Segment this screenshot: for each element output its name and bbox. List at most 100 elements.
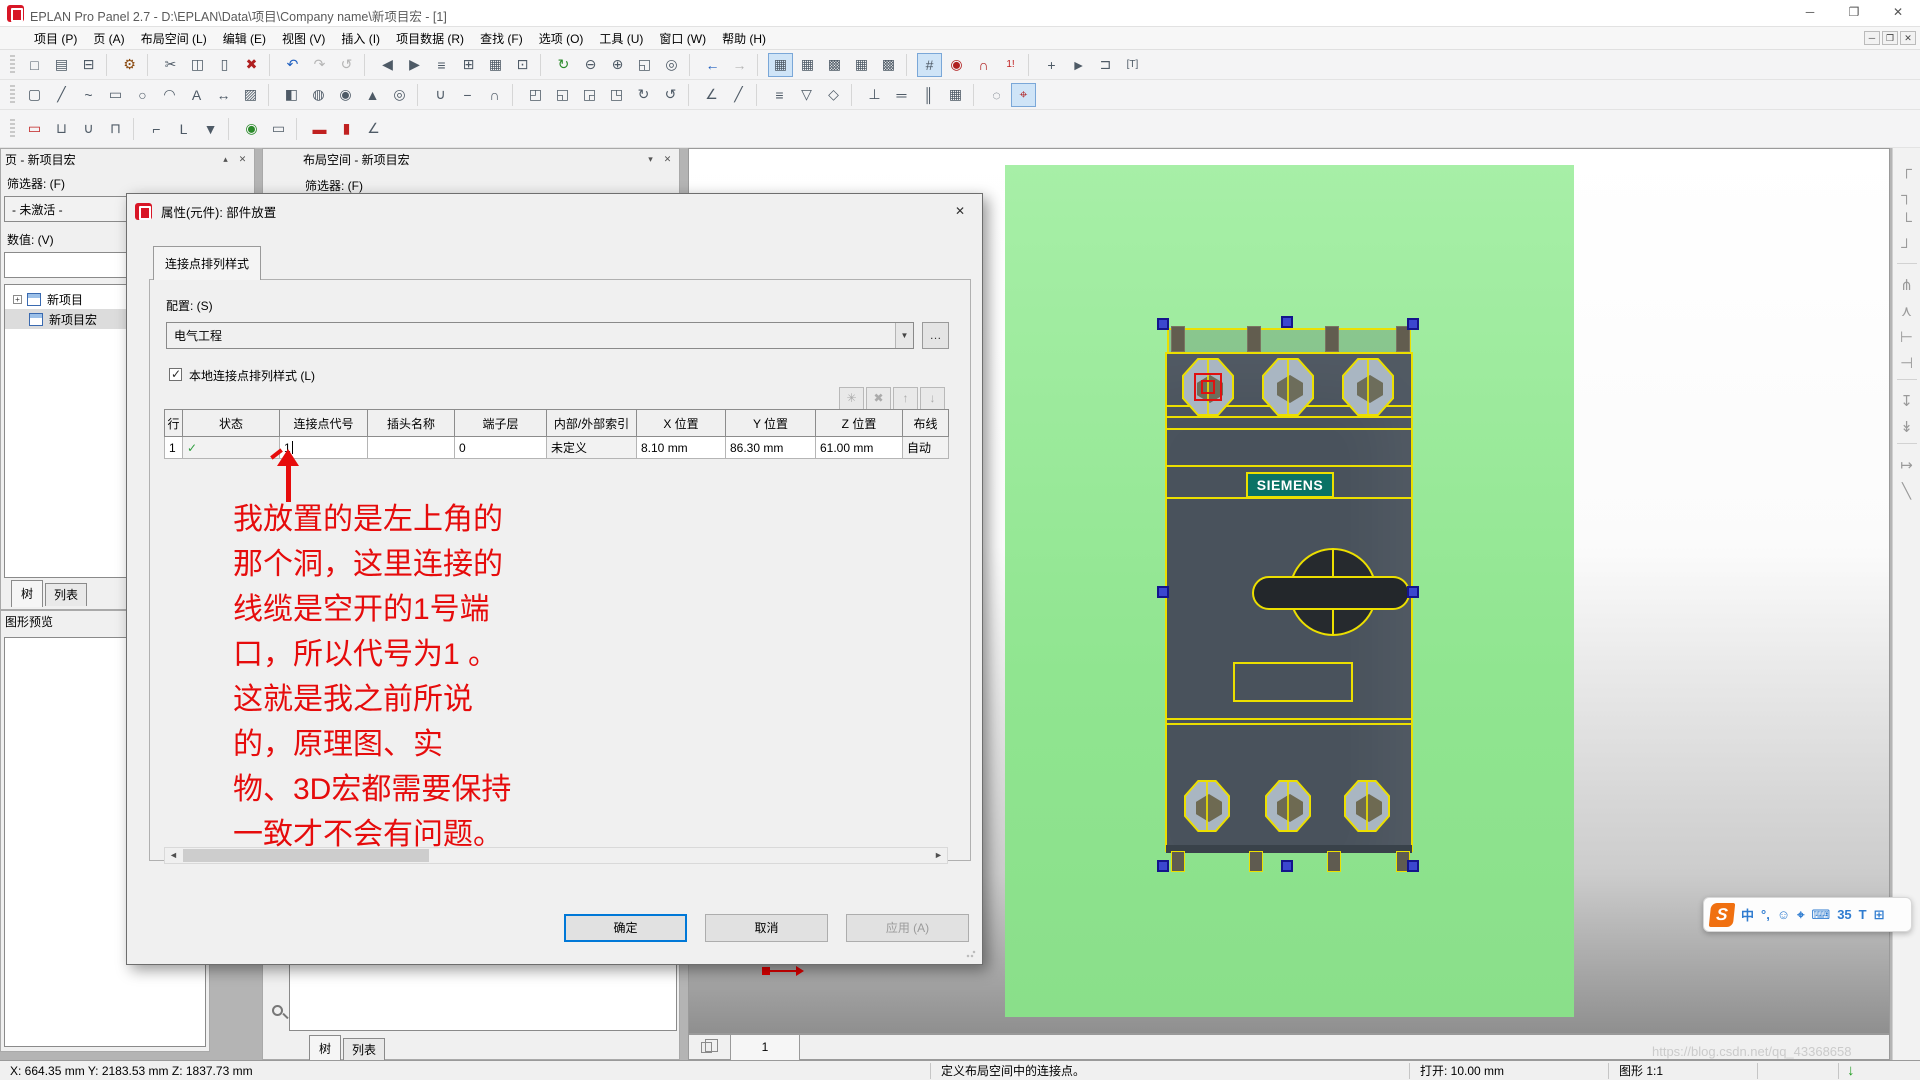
monitor-icon[interactable]: ⊡ <box>510 53 535 77</box>
column-header[interactable]: Y 位置 <box>726 410 816 437</box>
pages-tab-tree[interactable]: 树 <box>11 580 43 607</box>
pin-tool-icon[interactable]: ▼ <box>198 117 223 141</box>
row-delete-button[interactable]: ✖ <box>866 387 891 410</box>
scroll-right-icon[interactable]: ► <box>930 848 947 863</box>
cell-布线[interactable]: 自动 <box>903 437 949 459</box>
snap-object-icon[interactable]: ◉ <box>944 53 969 77</box>
scroll-left-icon[interactable]: ◄ <box>165 848 182 863</box>
route-junction-up-icon[interactable]: ⋔ <box>1894 273 1919 297</box>
row-new-button[interactable]: ✳ <box>839 387 864 410</box>
mounting-rail-icon[interactable]: ═ <box>889 83 914 107</box>
child-minimize-button[interactable]: ─ <box>1864 31 1880 45</box>
layout-space-tab-icon[interactable] <box>701 1042 712 1053</box>
route-corner-bl-icon[interactable]: └ <box>1894 209 1919 233</box>
view-side-icon[interactable]: ◲ <box>577 83 602 107</box>
subtract-icon[interactable]: − <box>455 83 480 107</box>
cell-行[interactable]: 1 <box>165 437 183 459</box>
back-icon[interactable]: ← <box>700 53 725 77</box>
select-icon[interactable]: ▢ <box>22 83 47 107</box>
u-shape-right-icon[interactable]: ⊓ <box>103 117 128 141</box>
section-icon[interactable]: ╱ <box>726 83 751 107</box>
selection-handle[interactable] <box>1407 860 1419 872</box>
menu-u[interactable]: 工具 (U) <box>591 27 651 50</box>
pages-tab-list[interactable]: 列表 <box>45 583 87 606</box>
minimize-button[interactable]: ─ <box>1788 0 1832 24</box>
cylinder-3d-icon[interactable]: ◍ <box>306 83 331 107</box>
config-combo[interactable]: 电气工程 ▼ <box>166 322 914 349</box>
menu-l[interactable]: 布局空间 (L) <box>133 27 215 50</box>
view-top-icon[interactable]: ◰ <box>523 83 548 107</box>
place-part-icon[interactable]: ◌ <box>984 83 1009 107</box>
soft-keyboard-icon[interactable]: ⌨ <box>1811 907 1830 923</box>
zoom-out-icon[interactable]: ⊖ <box>578 53 603 77</box>
sphere-3d-icon[interactable]: ◉ <box>333 83 358 107</box>
delete-icon[interactable]: ✖ <box>239 53 264 77</box>
zoom-tool-icon[interactable] <box>272 1005 283 1016</box>
maximize-button[interactable]: ❐ <box>1832 0 1876 24</box>
snap-grid-icon[interactable]: # <box>917 53 942 77</box>
close-button[interactable]: ✕ <box>1876 0 1920 24</box>
chinese-mode-icon[interactable]: 中 <box>1741 905 1754 924</box>
grid-size-5-icon[interactable]: ▩ <box>876 53 901 77</box>
new-icon[interactable]: □ <box>22 53 47 77</box>
menu-e[interactable]: 编辑 (E) <box>215 27 274 50</box>
panel-close-icon[interactable]: ✕ <box>235 152 250 167</box>
zoom-in-icon[interactable]: ⊕ <box>605 53 630 77</box>
column-header[interactable]: 状态 <box>183 410 280 437</box>
menu-v[interactable]: 视图 (V) <box>274 27 333 50</box>
selection-handle[interactable] <box>1281 316 1293 328</box>
menu-p[interactable]: 项目 (P) <box>26 27 85 50</box>
mounting-panel-icon[interactable]: ⊥ <box>862 83 887 107</box>
properties-icon[interactable]: ◇ <box>821 83 846 107</box>
skin-icon[interactable]: T <box>1859 907 1867 922</box>
print-icon[interactable]: ⊟ <box>76 53 101 77</box>
ok-button[interactable]: 确定 <box>564 914 687 942</box>
intersect-icon[interactable]: ∩ <box>482 83 507 107</box>
filter-icon[interactable]: ▽ <box>794 83 819 107</box>
pages-panel-header[interactable]: 页 - 新项目宏 ▴ ✕ <box>1 149 254 169</box>
route-branch-right-icon[interactable]: ⊣ <box>1894 351 1919 375</box>
ime-toolbar[interactable]: S 中°,☺⌖⌨35T⊞ <box>1703 897 1912 932</box>
hatch-icon[interactable]: ▨ <box>238 83 263 107</box>
viewport-page-tab[interactable]: 1 <box>730 1035 800 1060</box>
cell-Y 位置[interactable]: 86.30 mm <box>726 437 816 459</box>
column-header[interactable]: X 位置 <box>637 410 726 437</box>
selection-handle[interactable] <box>1407 318 1419 330</box>
hook-tool-icon[interactable]: L <box>171 117 196 141</box>
route-branch-left-icon[interactable]: ⊢ <box>1894 325 1919 349</box>
ime-logo-icon[interactable]: S <box>1709 903 1736 927</box>
menu-w[interactable]: 窗口 (W) <box>651 27 714 50</box>
cell-端子层[interactable]: 0 <box>455 437 547 459</box>
orbit-icon[interactable]: ↺ <box>658 83 683 107</box>
increment-icon[interactable]: 1! <box>998 53 1023 77</box>
child-restore-button[interactable]: ❐ <box>1882 31 1898 45</box>
toolbox-icon[interactable]: ⊞ <box>1874 907 1885 923</box>
refresh-icon[interactable]: ↻ <box>551 53 576 77</box>
cancel-button[interactable]: 取消 <box>705 914 828 942</box>
u-shape-up-icon[interactable]: ∪ <box>76 117 101 141</box>
prev-page-icon[interactable]: ◀ <box>375 53 400 77</box>
route-drop-icon[interactable]: ↧ <box>1894 389 1919 413</box>
column-header[interactable]: 端子层 <box>455 410 547 437</box>
row-move-up-button[interactable]: ↑ <box>893 387 918 410</box>
undo-icon[interactable]: ↶ <box>280 53 305 77</box>
dimension-icon[interactable]: ↔ <box>211 83 236 107</box>
selection-handle[interactable] <box>1157 318 1169 330</box>
route-corner-br-icon[interactable]: ┘ <box>1894 235 1919 259</box>
layout-tab-tree[interactable]: 树 <box>309 1035 341 1062</box>
next-page-icon[interactable]: ▶ <box>402 53 427 77</box>
measure-icon[interactable]: ∠ <box>699 83 724 107</box>
route-corner-tr-icon[interactable]: ┐ <box>1894 183 1919 207</box>
text-tool-icon[interactable]: [T] <box>1120 53 1145 77</box>
download-arrow-icon[interactable]: ↓ <box>1839 1062 1863 1079</box>
tab-connection-point-arrangement[interactable]: 连接点排列样式 <box>153 246 261 280</box>
circle-icon[interactable]: ○ <box>130 83 155 107</box>
settings-wrench-icon[interactable]: ⚙ <box>117 53 142 77</box>
red-frame-icon[interactable]: ▭ <box>22 117 47 141</box>
menu-h[interactable]: 帮助 (H) <box>714 27 774 50</box>
route-diagonal-icon[interactable]: ╲ <box>1894 479 1919 503</box>
layers-icon[interactable]: ≡ <box>767 83 792 107</box>
rotate-view-icon[interactable]: ↻ <box>631 83 656 107</box>
undo-list-icon[interactable]: ↺ <box>334 53 359 77</box>
cart-icon[interactable]: ⊐ <box>1093 53 1118 77</box>
